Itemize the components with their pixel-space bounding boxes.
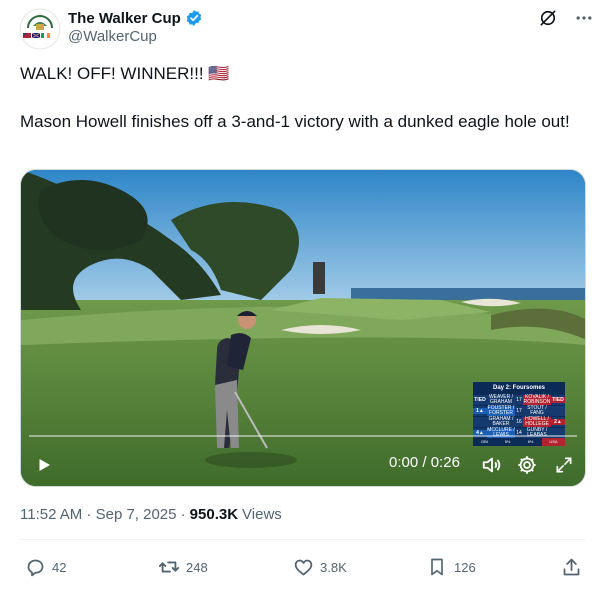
- video-player[interactable]: Day 2: Foursomes TIED WEAVER / GRAHAM 17…: [20, 169, 586, 487]
- like-button[interactable]: 3.8K: [292, 552, 347, 582]
- views-label: Views: [242, 506, 282, 523]
- scoreboard-row: 1▲ FOUSTER / FORSTER 17 STOUT / FANG: [473, 405, 565, 416]
- scoreboard-hole: 16: [516, 419, 522, 425]
- scoreboard-team-gbi: GRAHAM / BAKER: [488, 416, 514, 427]
- fullscreen-icon: [556, 457, 572, 473]
- author-name-row[interactable]: The Walker Cup: [68, 8, 203, 28]
- heart-icon: [292, 556, 314, 578]
- tweet-text-line-2: Mason Howell finishes off a 3-and-1 vict…: [20, 112, 570, 131]
- play-button[interactable]: [31, 452, 57, 478]
- share-button[interactable]: [560, 552, 588, 582]
- video-time-current: 0:00: [389, 454, 419, 471]
- repost-icon: [158, 556, 180, 578]
- more-icon[interactable]: [574, 8, 594, 28]
- play-icon: [39, 459, 50, 471]
- scoreboard-right-status: TIED: [551, 397, 565, 403]
- reply-icon: [24, 556, 46, 578]
- video-progress-bar[interactable]: [29, 435, 577, 437]
- scoreboard-overlay: Day 2: Foursomes TIED WEAVER / GRAHAM 17…: [473, 382, 565, 454]
- scoreboard-hole: 17: [516, 397, 522, 403]
- video-time-separator: /: [422, 454, 427, 471]
- avatar[interactable]: [19, 8, 61, 50]
- scoreboard-footer-gbi-score: 5½: [504, 439, 511, 444]
- scoreboard-hole: 17: [516, 408, 522, 414]
- like-count: 3.8K: [320, 559, 347, 575]
- reply-button[interactable]: 42: [24, 552, 66, 582]
- scoreboard-footer: GBI 5½ 6½ USA: [473, 438, 565, 446]
- scoreboard-team-usa: KOVALIK / ROBINSON: [523, 394, 551, 405]
- volume-button[interactable]: [479, 452, 505, 478]
- grok-icon[interactable]: [538, 8, 558, 28]
- divider: [20, 539, 586, 540]
- bookmark-icon: [426, 556, 448, 578]
- repost-count: 248: [186, 559, 208, 575]
- scoreboard-footer-usa: USA: [542, 438, 565, 446]
- scoreboard-team-gbi: FOUSTER / FORSTER: [487, 405, 515, 416]
- handle[interactable]: @WalkerCup: [68, 28, 157, 45]
- video-time: 0:00 / 0:26: [389, 454, 460, 471]
- top-actions: [538, 8, 594, 28]
- repost-button[interactable]: 248: [158, 552, 208, 582]
- bookmark-button[interactable]: 126: [426, 552, 476, 582]
- tweet-text: WALK! OFF! WINNER!!! 🇺🇸 Mason Howell fin…: [20, 62, 580, 134]
- views-count: 950.3K: [189, 506, 239, 523]
- scoreboard-footer-gbi: GBI: [481, 439, 488, 444]
- tweet-meta: 11:52 AM · Sep 7, 2025 · 950.3K Views: [20, 506, 282, 523]
- walker-cup-logo-icon: [19, 8, 61, 50]
- display-name[interactable]: The Walker Cup: [68, 10, 181, 27]
- scoreboard-row: TIED WEAVER / GRAHAM 17 KOVALIK / ROBINS…: [473, 394, 565, 405]
- fullscreen-button[interactable]: [551, 452, 577, 478]
- scoreboard-right-status: 2▲: [551, 419, 565, 425]
- scoreboard-left-status: TIED: [474, 397, 486, 403]
- gear-icon: [518, 456, 536, 474]
- scoreboard-left-status: 1▲: [473, 408, 487, 414]
- scoreboard-team-usa: STOUT / FANG: [527, 405, 547, 416]
- tweet: The Walker Cup @WalkerCup WALK! OFF! WIN…: [0, 0, 614, 597]
- bookmark-count: 126: [454, 559, 476, 575]
- action-bar: 42 248 3.8K 126: [20, 552, 586, 582]
- tweet-text-line-1: WALK! OFF! WINNER!!! 🇺🇸: [20, 64, 230, 83]
- reply-count: 42: [52, 559, 67, 575]
- volume-icon: [482, 457, 501, 473]
- scoreboard-footer-usa-score: 6½: [527, 439, 534, 444]
- video-time-total: 0:26: [430, 454, 460, 471]
- verified-badge-icon: [185, 9, 203, 27]
- tweet-timestamp[interactable]: 11:52 AM · Sep 7, 2025 ·: [20, 506, 186, 523]
- scoreboard-team-usa: HOWELL / HOLLEGE: [523, 417, 551, 427]
- scoreboard-header: Day 2: Foursomes: [473, 382, 565, 394]
- share-icon: [560, 556, 582, 578]
- settings-button[interactable]: [514, 452, 540, 478]
- scoreboard-team-gbi: WEAVER / GRAHAM: [488, 394, 514, 405]
- scoreboard-row: GRAHAM / BAKER 16 HOWELL / HOLLEGE 2▲: [473, 416, 565, 427]
